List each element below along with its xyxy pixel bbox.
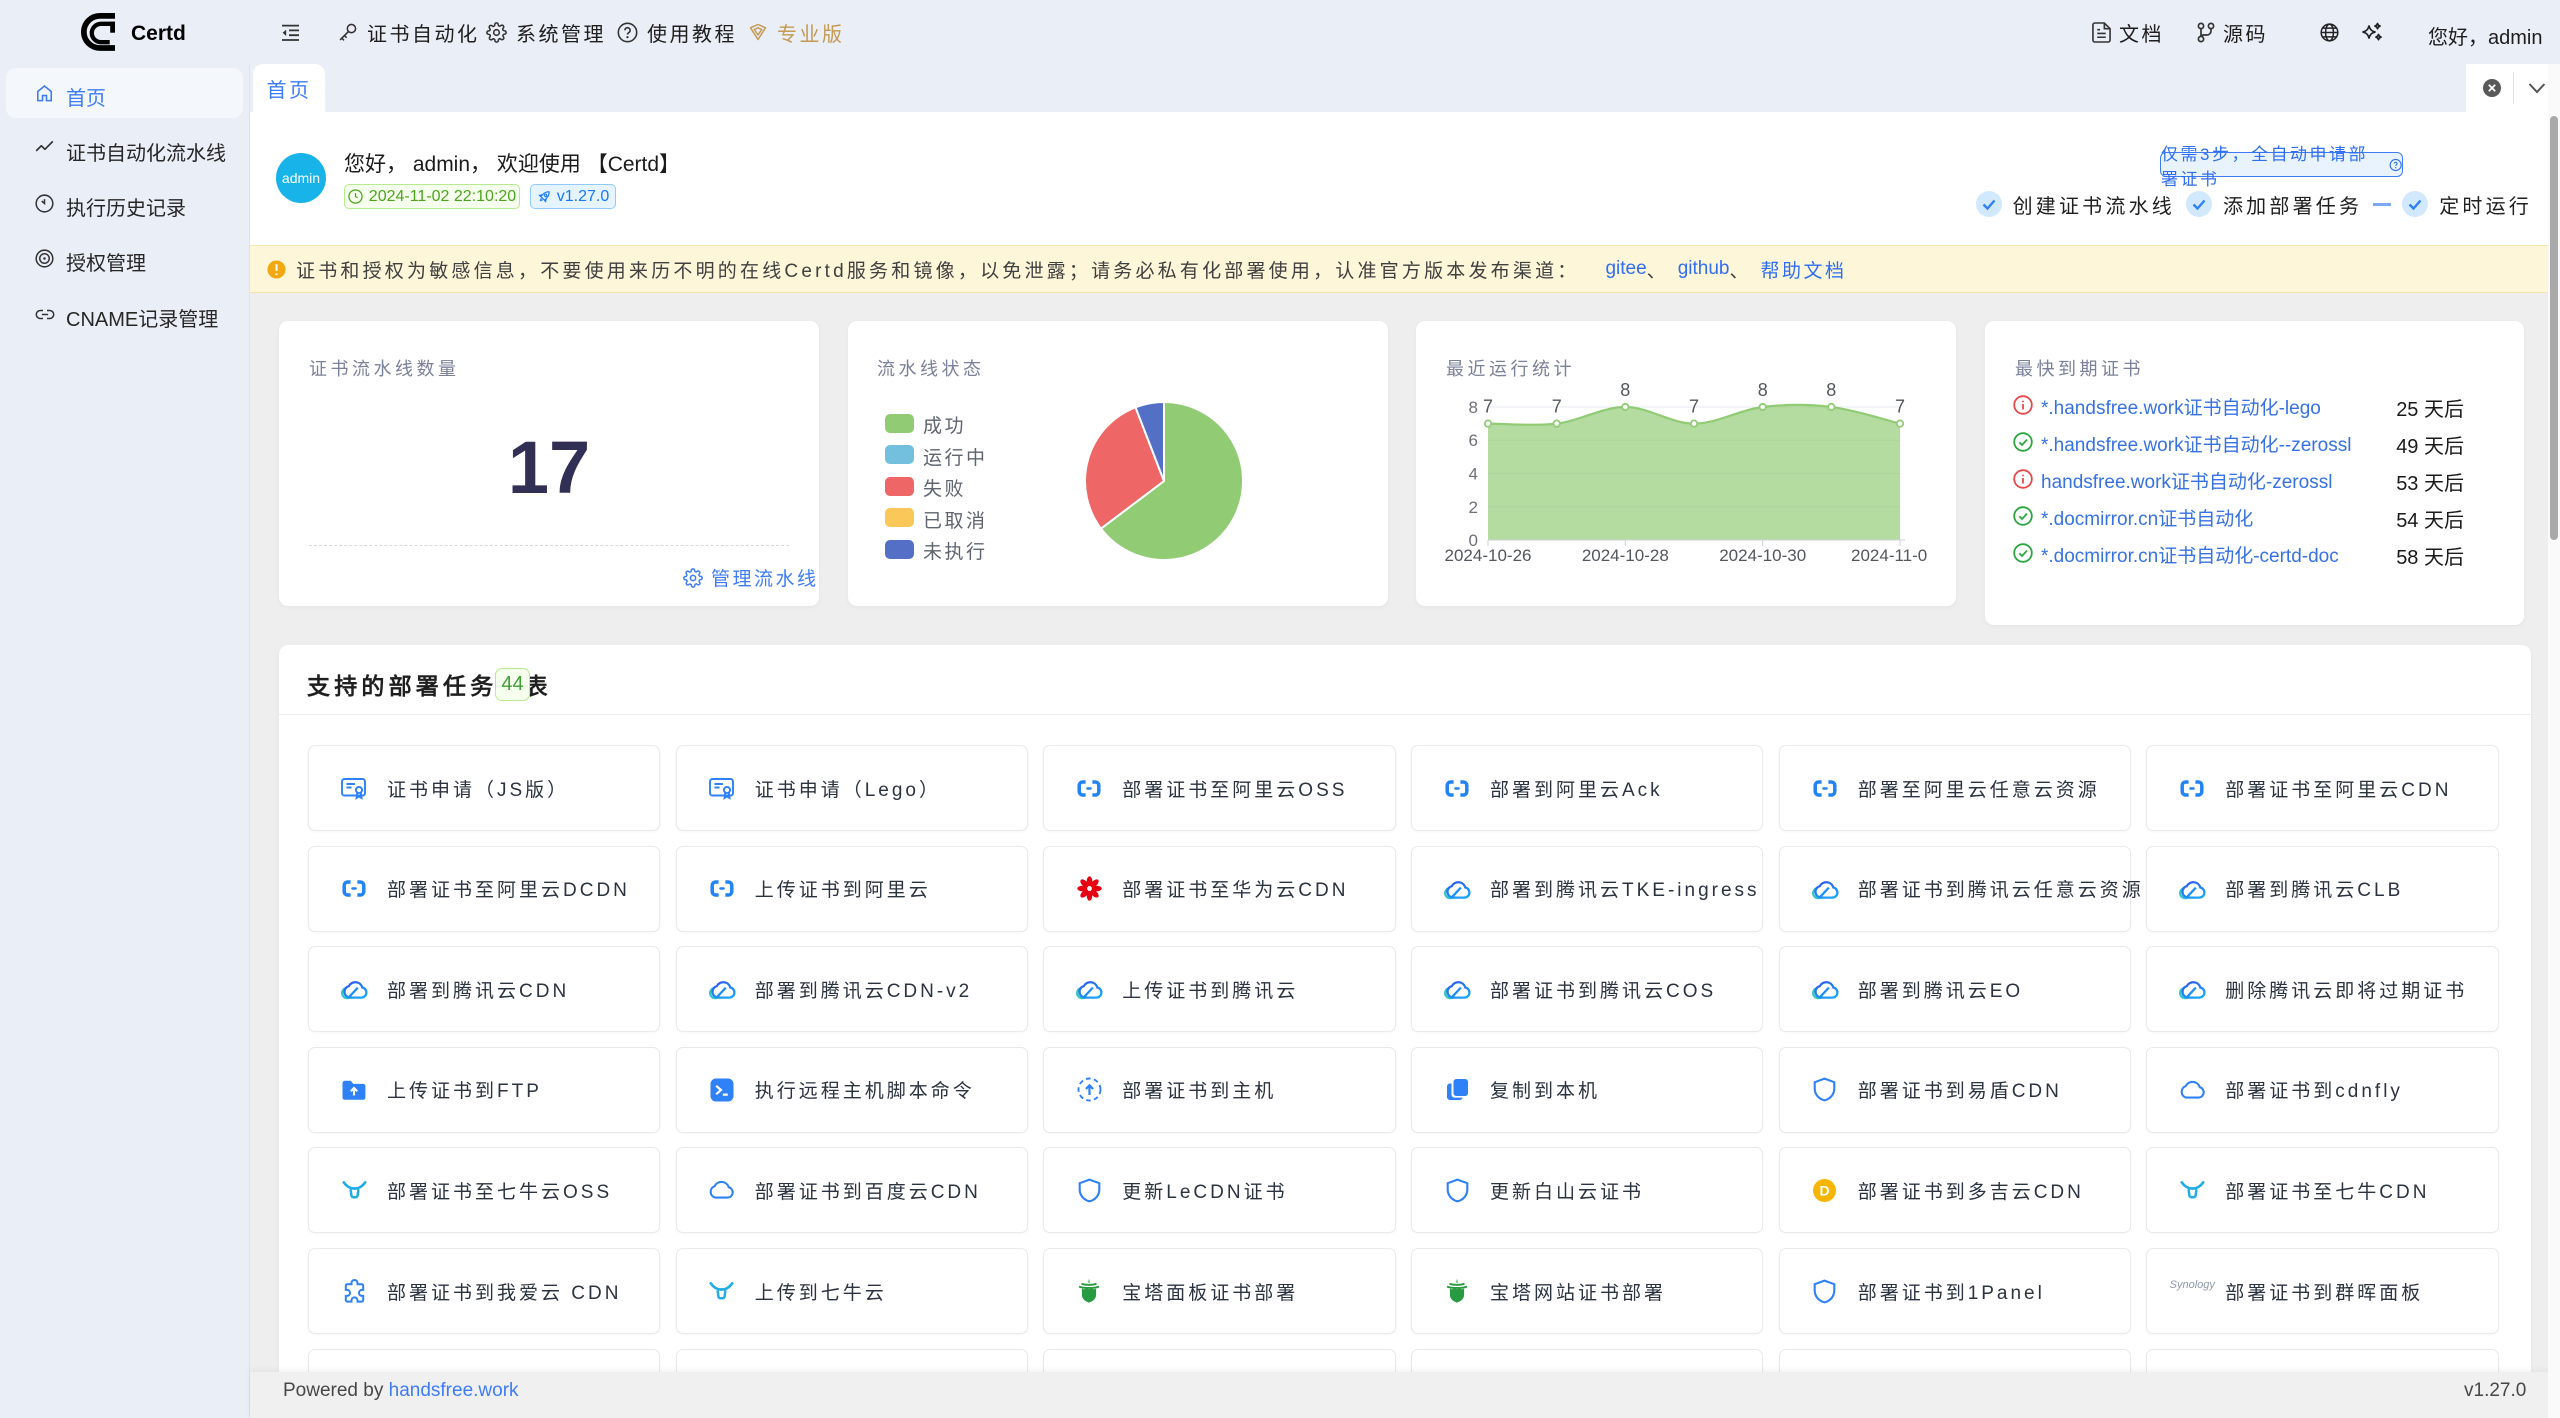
svg-text:7: 7 [1552,397,1562,417]
svg-text:2: 2 [1469,498,1478,517]
svg-text:8: 8 [1758,380,1768,400]
svg-text:2024-10-26: 2024-10-26 [1445,546,1532,565]
svg-text:7: 7 [1689,397,1699,417]
svg-text:8: 8 [1469,398,1478,417]
svg-text:7: 7 [1483,397,1493,417]
svg-text:8: 8 [1620,380,1630,400]
svg-text:2024-11-0: 2024-11-0 [1851,546,1927,565]
svg-text:8: 8 [1826,380,1836,400]
svg-text:2024-10-30: 2024-10-30 [1719,546,1806,565]
svg-text:4: 4 [1469,465,1478,484]
svg-text:2024-10-28: 2024-10-28 [1582,546,1669,565]
svg-text:6: 6 [1469,431,1478,450]
svg-text:D: D [1820,1182,1830,1198]
svg-text:7: 7 [1895,397,1905,417]
